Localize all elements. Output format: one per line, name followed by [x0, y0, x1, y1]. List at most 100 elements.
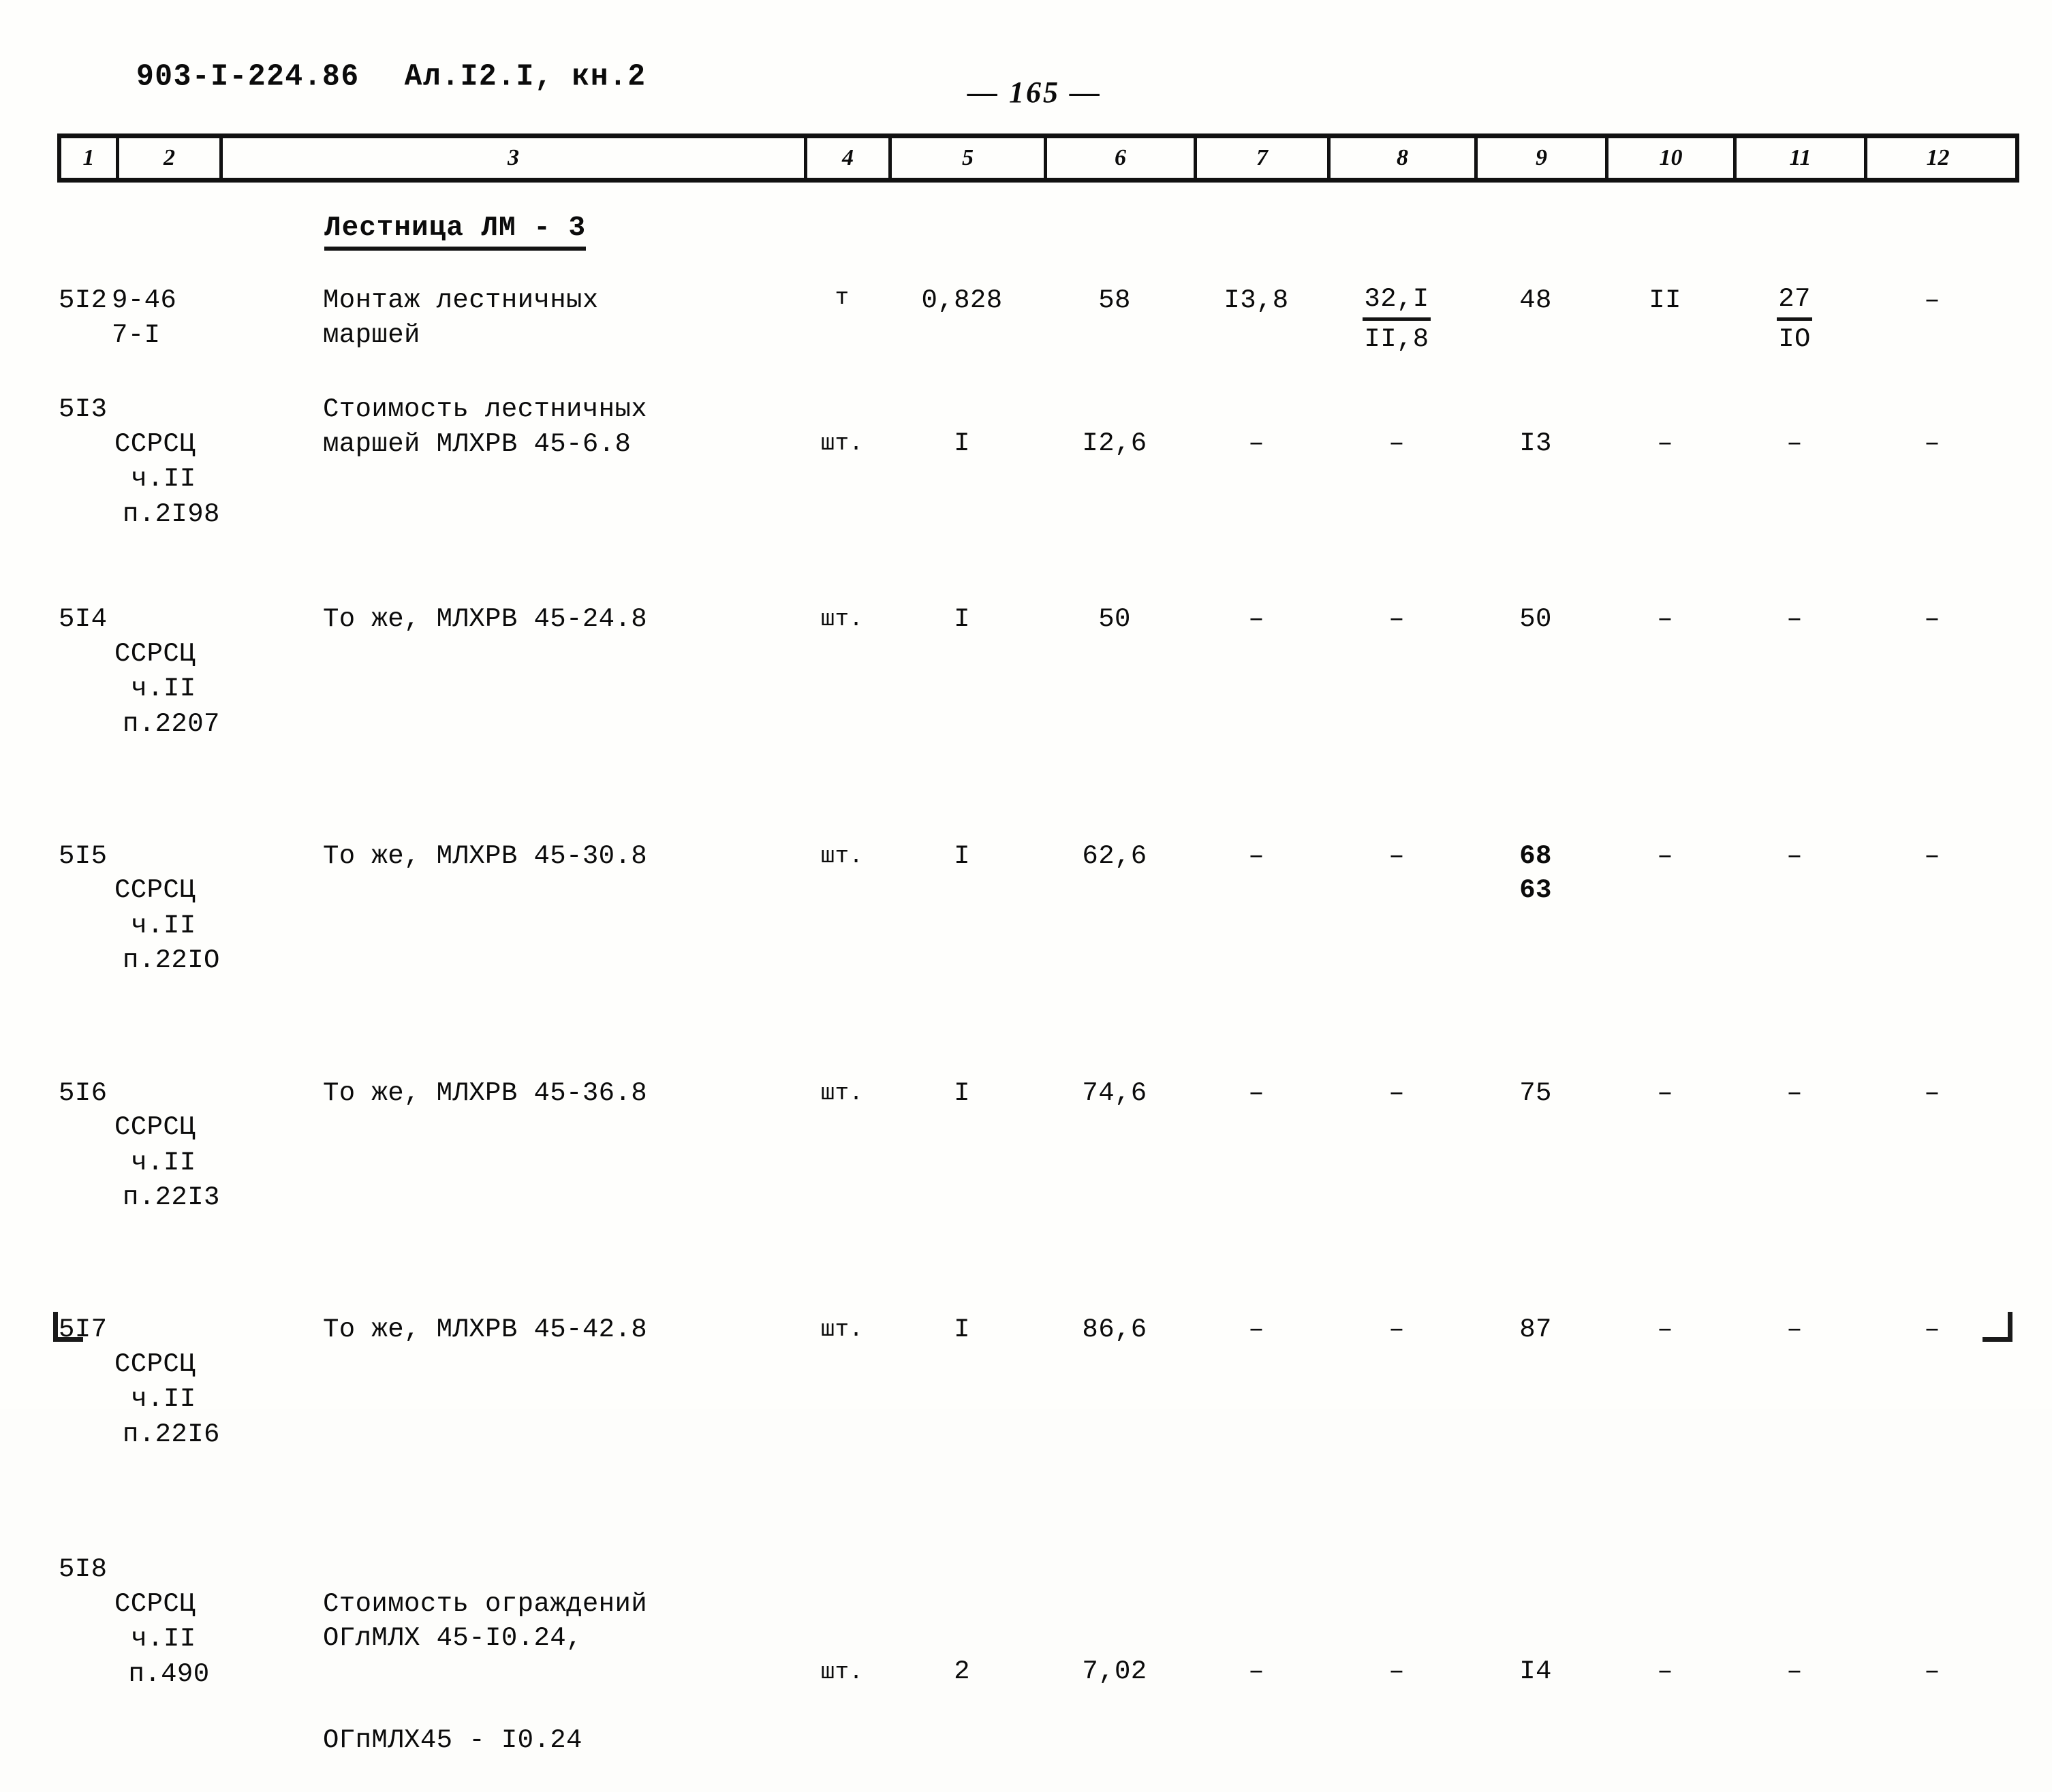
quantity: I — [954, 1315, 970, 1345]
value-col12: – — [1924, 285, 1940, 315]
table-body: Лестница ЛМ - 3 5I2 9-46 7-I Монтаж лест… — [57, 183, 2019, 1792]
value-col10: – — [1657, 1315, 1673, 1345]
table-row: 5I8 ССРСЦ ч.II п.490 Стоимость ограждени… — [57, 1552, 2019, 1792]
norm-ref-line-1: ССРСЦ — [114, 1349, 196, 1379]
value-col12: – — [1924, 603, 1940, 634]
row-number: 5I5 — [59, 840, 108, 871]
value-col12: – — [1924, 428, 1940, 459]
norm-ref-line-1: ССРСЦ — [114, 428, 196, 459]
norm-reference: ССРСЦ ч.II п.22I3 — [112, 1076, 219, 1251]
value-col6: I2,6 — [1082, 428, 1147, 459]
value-col9: 63 68 — [1470, 839, 1601, 943]
value-col9: I4 — [1519, 1656, 1552, 1687]
column-header-5: 5 — [888, 138, 1044, 178]
column-header-9: 9 — [1474, 138, 1605, 178]
quantity: 0,828 — [921, 285, 1003, 315]
value-col10: – — [1657, 840, 1673, 871]
value-col11: – — [1786, 1078, 1803, 1108]
column-header-3: 3 — [219, 138, 804, 178]
value-col7: – — [1248, 840, 1264, 871]
work-description: То же, МЛХРВ 45-30.8 — [323, 840, 648, 871]
table-row: 5I3 ССРСЦ ч.II п.2I98 Стоимость лестничн… — [57, 392, 2019, 567]
value-col6: 7,02 — [1082, 1656, 1147, 1687]
value-col11: – — [1786, 840, 1803, 871]
work-description-main: Стоимость ограждений ОГлМЛХ 45-I0.24, — [323, 1588, 648, 1654]
value-col7: – — [1248, 428, 1264, 459]
value-col11: 27 IO — [1729, 283, 1860, 356]
row-number: 5I2 — [59, 285, 108, 315]
value-col6: 62,6 — [1082, 840, 1147, 871]
value-col6: 74,6 — [1082, 1078, 1147, 1108]
album-reference: Ал.I2.I, кн.2 — [404, 59, 647, 95]
quantity: I — [954, 1078, 970, 1108]
norm-reference-stack: ССРСЦ ч.II п.2I98 — [112, 427, 220, 532]
document-page: 903-I-224.86 Ал.I2.I, кн.2 — 165 — 1 2 3… — [0, 0, 2052, 1755]
value-col6: 86,6 — [1082, 1315, 1147, 1345]
section-title: Лестница ЛМ - 3 — [324, 213, 587, 251]
document-code: 903-I-224.86 — [136, 59, 360, 95]
row-number: 5I8 — [59, 1554, 108, 1585]
value-col6: 50 — [1098, 603, 1131, 634]
section-title-row: Лестница ЛМ - 3 — [57, 183, 2019, 251]
value-col7: – — [1248, 1078, 1264, 1108]
value-col9: I3 — [1519, 428, 1552, 459]
norm-ref-line-2: ч.II — [131, 1147, 196, 1178]
value-col10: – — [1657, 1656, 1673, 1687]
column-header-12: 12 — [1864, 138, 2008, 178]
column-header-1: 1 — [82, 145, 95, 170]
row-number: 5I6 — [59, 1078, 108, 1108]
overstruck-value: 63 68 — [1519, 839, 1552, 943]
column-header-4: 4 — [804, 138, 888, 178]
norm-ref-line-3: п.490 — [128, 1659, 210, 1689]
work-description: Стоимость ограждений ОГлМЛХ 45-I0.24, ОГ… — [215, 1552, 800, 1792]
norm-reference-stack: ССРСЦ ч.II п.22I6 — [112, 1347, 219, 1452]
table-row: 5I7 ССРСЦ ч.II п.22I6 То же, МЛХРВ 45-42… — [57, 1312, 2019, 1487]
value-col11: – — [1786, 603, 1803, 634]
table-row: 5I6 ССРСЦ ч.II п.22I3 То же, МЛХРВ 45-36… — [57, 1076, 2019, 1251]
norm-ref-line-2: ч.II — [131, 464, 196, 494]
norm-ref-line-2: ч.II — [131, 1384, 196, 1415]
value-col11: – — [1786, 1315, 1803, 1345]
row-number: 5I3 — [59, 394, 108, 425]
value-col12: – — [1924, 1078, 1940, 1108]
norm-reference-stack: ССРСЦ ч.II п.2207 — [112, 637, 220, 742]
unit: шт. — [820, 1660, 864, 1686]
value-col6: 58 — [1098, 285, 1131, 315]
value-col10: – — [1657, 1078, 1673, 1108]
work-description: Монтаж лестничных маршей — [323, 285, 599, 350]
work-description: Стоимость лестничных маршей МЛХРВ 45-6.8 — [323, 394, 648, 459]
work-description: То же, МЛХРВ 45-24.8 — [323, 603, 648, 634]
value-col7: I3,8 — [1224, 285, 1289, 315]
unit: шт. — [820, 1080, 864, 1107]
column-header-11: 11 — [1733, 138, 1864, 178]
norm-ref-line-3: п.2207 — [123, 708, 220, 739]
value-col7: – — [1248, 1656, 1264, 1687]
unit: шт. — [820, 1317, 864, 1344]
quantity: I — [954, 603, 970, 634]
column-header-8: 8 — [1327, 138, 1474, 178]
table-row: 5I5 ССРСЦ ч.II п.22IO То же, МЛХРВ 45-30… — [57, 839, 2019, 1013]
value-col10: II — [1649, 285, 1681, 315]
norm-ref-line-3: п.2I98 — [123, 499, 220, 529]
column-header-10: 10 — [1605, 138, 1733, 178]
norm-reference-stack: ССРСЦ ч.II п.490 — [112, 1587, 215, 1692]
value-col7: – — [1248, 1315, 1264, 1345]
value-col9: 50 — [1519, 603, 1552, 634]
value-col9: 87 — [1519, 1315, 1552, 1345]
page-number: — 165 — — [967, 76, 1102, 109]
norm-ref-line-1: ССРСЦ — [114, 875, 196, 906]
column-header-7: 7 — [1194, 138, 1327, 178]
fraction-col8: 32,I II,8 — [1363, 283, 1431, 356]
norm-reference-stack: ССРСЦ ч.II п.22I3 — [112, 1110, 219, 1215]
value-col9: 48 — [1519, 285, 1552, 315]
norm-reference: ССРСЦ ч.II п.490 — [112, 1552, 215, 1727]
norm-reference: 9-46 7-I — [112, 285, 177, 350]
value-col9: 75 — [1519, 1078, 1552, 1108]
row-number: 5I4 — [59, 603, 108, 634]
norm-ref-line-3: п.22IO — [123, 945, 220, 976]
norm-ref-line-1: ССРСЦ — [114, 1588, 196, 1619]
norm-reference: ССРСЦ ч.II п.2I98 — [112, 392, 220, 567]
column-header-2: 2 — [116, 138, 219, 178]
value-col12: – — [1924, 1656, 1940, 1687]
quantity: I — [954, 840, 970, 871]
